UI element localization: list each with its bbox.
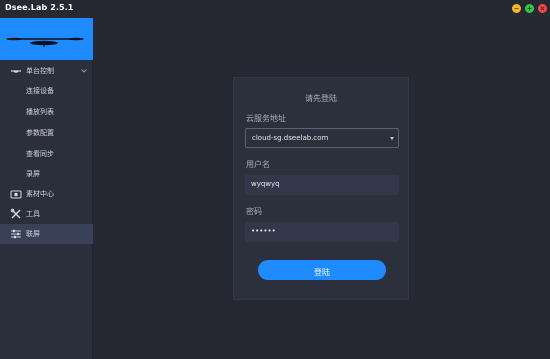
minus-icon xyxy=(514,8,519,9)
server-label: 云服务地址 xyxy=(246,114,286,123)
username-label: 用户名 xyxy=(246,160,270,169)
sidebar-item-multi-screen[interactable]: 联屏 xyxy=(0,224,93,244)
server-select[interactable]: cloud-sg.dseelab.com xyxy=(245,128,399,148)
sidebar-item-label: 工具 xyxy=(26,210,40,218)
sidebar-item-media-center[interactable]: 素材中心 xyxy=(0,184,93,204)
sidebar-item-label: 联屏 xyxy=(26,230,40,238)
dropdown-arrow-icon xyxy=(390,137,394,140)
drone-banner-icon xyxy=(6,37,84,47)
sidebar-item-screen-record[interactable]: 录屏 xyxy=(0,164,93,184)
media-icon xyxy=(10,190,22,199)
sidebar-item-label: 播放列表 xyxy=(26,108,54,116)
sidebar-item-single-control[interactable]: 单台控制 xyxy=(0,61,93,81)
sidebar-item-label: 连接设备 xyxy=(26,87,54,95)
sliders-icon xyxy=(11,229,21,239)
sidebar-item-playlist[interactable]: 播放列表 xyxy=(0,102,93,122)
sidebar-item-connect-device[interactable]: 连接设备 xyxy=(0,81,93,101)
sidebar-item-sync[interactable]: 查看同步 xyxy=(0,144,93,164)
sidebar-item-tools[interactable]: 工具 xyxy=(0,204,93,224)
sidebar-item-label: 录屏 xyxy=(26,170,40,178)
sidebar-item-label: 查看同步 xyxy=(26,150,54,158)
password-label: 密码 xyxy=(246,207,262,216)
login-card: 请先登陆 云服务地址 cloud-sg.dseelab.com 用户名 wyqw… xyxy=(233,77,409,300)
login-title: 请先登陆 xyxy=(305,94,337,103)
sidebar-banner xyxy=(0,18,93,60)
server-value: cloud-sg.dseelab.com xyxy=(252,134,329,142)
sidebar-item-parameters[interactable]: 参数配置 xyxy=(0,123,93,143)
minimize-button[interactable] xyxy=(512,4,521,13)
drone-icon xyxy=(11,70,21,73)
chevron-down-icon xyxy=(81,69,87,73)
tools-icon xyxy=(10,208,21,219)
sidebar-item-label: 单台控制 xyxy=(26,67,54,75)
plus-icon xyxy=(527,6,532,11)
sidebar: 单台控制 连接设备 播放列表 参数配置 查看同步 录屏 素材中心 工具 联屏 xyxy=(0,18,93,359)
title-bar: Dsee.Lab 2.5.1 xyxy=(0,0,550,18)
password-value: •••••• xyxy=(251,227,276,235)
close-icon xyxy=(540,6,545,11)
maximize-button[interactable] xyxy=(525,4,534,13)
username-value: wyqwyq xyxy=(251,180,280,188)
sidebar-item-label: 参数配置 xyxy=(26,129,54,137)
password-input[interactable]: •••••• xyxy=(245,222,399,242)
login-button-label: 登陆 xyxy=(314,268,330,277)
login-button[interactable]: 登陆 xyxy=(258,260,386,280)
app-title: Dsee.Lab 2.5.1 xyxy=(5,3,74,12)
sidebar-item-label: 素材中心 xyxy=(26,190,54,198)
username-input[interactable]: wyqwyq xyxy=(245,175,399,195)
close-button[interactable] xyxy=(538,4,547,13)
